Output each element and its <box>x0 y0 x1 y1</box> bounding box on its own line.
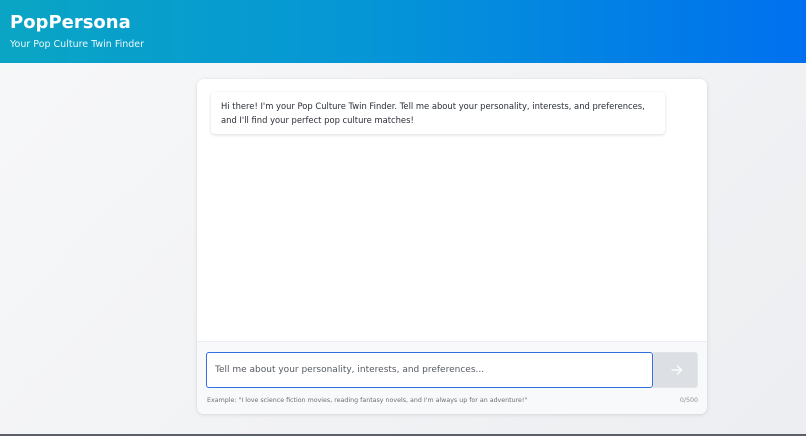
send-button[interactable] <box>653 352 698 388</box>
char-counter: 0/500 <box>679 397 698 404</box>
message-input[interactable] <box>206 352 653 388</box>
app-title: PopPersona <box>10 12 131 33</box>
app-subtitle: Your Pop Culture Twin Finder <box>10 39 145 50</box>
chat-container: Hi there! I'm your Pop Culture Twin Find… <box>197 79 707 414</box>
app-header: PopPersona Your Pop Culture Twin Finder <box>0 0 806 63</box>
input-area: Example: "I love science fiction movies,… <box>197 341 707 414</box>
input-hint: Example: "I love science fiction movies,… <box>207 397 528 404</box>
bot-message: Hi there! I'm your Pop Culture Twin Find… <box>211 92 665 134</box>
arrow-right-icon <box>671 365 683 375</box>
message-list[interactable]: Hi there! I'm your Pop Culture Twin Find… <box>197 79 707 341</box>
